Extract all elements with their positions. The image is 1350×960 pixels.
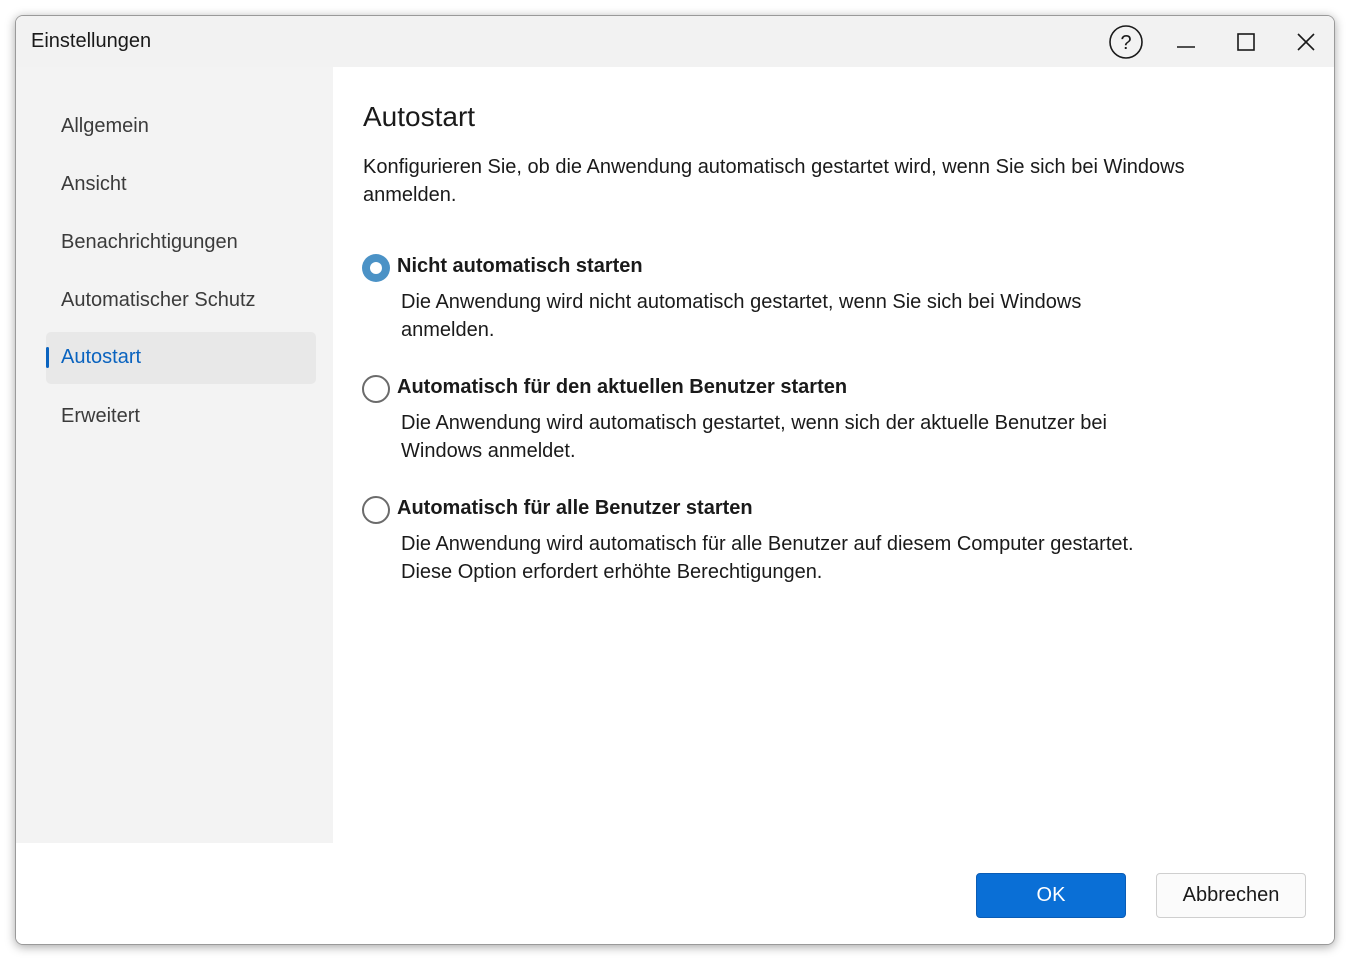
maximize-button[interactable]	[1216, 16, 1276, 67]
option-label[interactable]: Automatisch für den aktuellen Benutzer s…	[397, 376, 847, 399]
sidebar-item-label: Ansicht	[61, 173, 127, 195]
close-button[interactable]	[1276, 16, 1334, 67]
dialog-footer: OK Abbrechen	[16, 843, 1334, 944]
title-bar: Einstellungen ?	[16, 16, 1334, 67]
sidebar-item-label: Erweitert	[61, 405, 140, 427]
radio-current-user[interactable]	[362, 375, 390, 403]
radio-all-users[interactable]	[362, 496, 390, 524]
sidebar-item-autostart[interactable]: Autostart	[46, 332, 316, 384]
settings-content: Autostart Konfigurieren Sie, ob die Anwe…	[333, 67, 1334, 843]
page-title: Autostart	[363, 101, 476, 132]
sidebar-item-label: Benachrichtigungen	[61, 231, 238, 253]
sidebar-item-ansicht[interactable]: Ansicht	[46, 159, 316, 211]
sidebar-item-label: Allgemein	[61, 115, 149, 137]
maximize-icon	[1237, 32, 1255, 51]
sidebar-item-automatischer-schutz[interactable]: Automatischer Schutz	[46, 275, 316, 327]
sidebar-item-allgemein[interactable]: Allgemein	[46, 101, 316, 153]
sidebar-item-erweitert[interactable]: Erweitert	[46, 391, 316, 443]
settings-window: Einstellungen ? Allgemein Ansicht Benach…	[15, 15, 1335, 945]
sidebar-nav: Allgemein Ansicht Benachrichtigungen Aut…	[16, 67, 333, 843]
selection-indicator	[46, 347, 49, 368]
radio-no-autostart[interactable]	[362, 254, 390, 282]
ok-button[interactable]: OK	[976, 873, 1126, 918]
svg-text:?: ?	[1120, 32, 1131, 54]
cancel-button[interactable]: Abbrechen	[1156, 873, 1306, 918]
sidebar-item-label: Autostart	[61, 346, 142, 368]
option-description: Die Anwendung wird automatisch für alle …	[401, 533, 1134, 583]
minimize-icon	[1177, 45, 1195, 48]
sidebar-item-label: Automatischer Schutz	[61, 289, 256, 311]
page-description: Konfigurieren Sie, ob die Anwendung auto…	[363, 156, 1185, 206]
sidebar-item-benachrichtigungen[interactable]: Benachrichtigungen	[46, 217, 316, 269]
option-description: Die Anwendung wird automatisch gestartet…	[401, 412, 1107, 462]
close-icon	[1297, 32, 1315, 51]
help-icon: ?	[1109, 24, 1143, 59]
minimize-button[interactable]	[1156, 16, 1216, 67]
option-label[interactable]: Nicht automatisch starten	[397, 255, 643, 278]
help-button[interactable]: ?	[1096, 16, 1156, 67]
option-label[interactable]: Automatisch für alle Benutzer starten	[397, 497, 753, 520]
window-title: Einstellungen	[31, 30, 152, 52]
option-description: Die Anwendung wird nicht automatisch ges…	[401, 291, 1082, 341]
